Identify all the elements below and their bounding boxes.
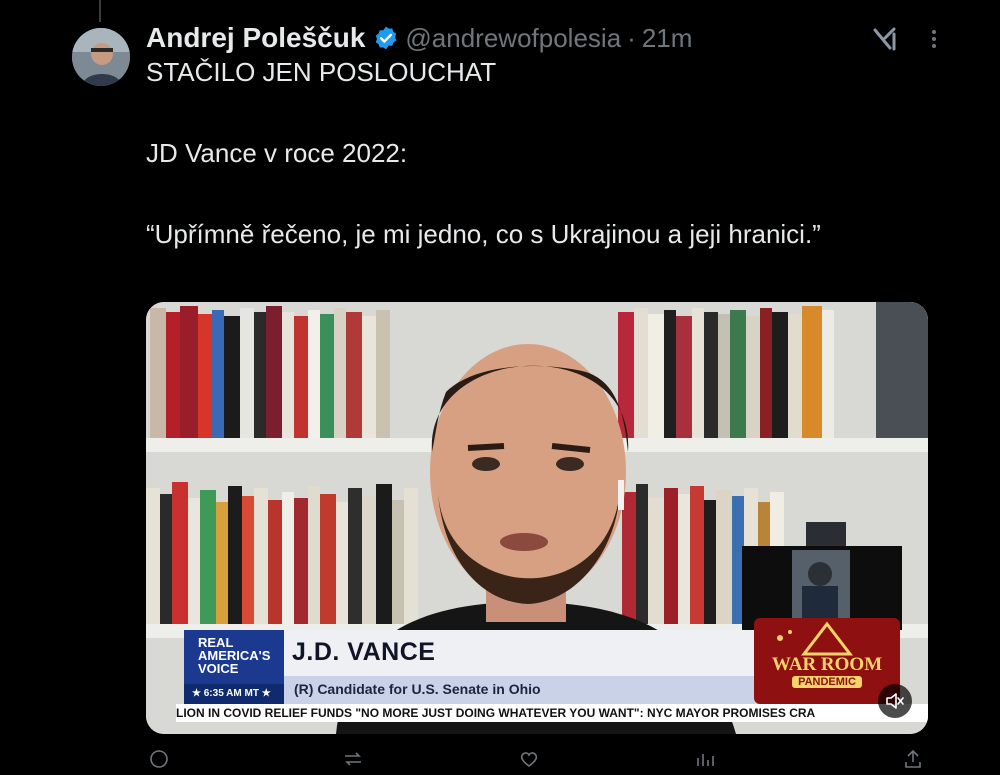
- tweet-action-row: [146, 740, 928, 768]
- person-subtitle: (R) Candidate for U.S. Senate in Ohio: [294, 681, 541, 697]
- network-time: ★ 6:35 AM MT ★: [184, 684, 284, 704]
- news-ticker: LION IN COVID RELIEF FUNDS "NO MORE JUST…: [176, 704, 928, 722]
- author-handle[interactable]: @andrewofpolesia: [405, 23, 621, 54]
- thread-connector-line: [99, 0, 101, 22]
- show-logo: WAR ROOM: [771, 654, 883, 675]
- tweet-header: Andrej Poleščuk @andrewofpolesia · 21m: [146, 20, 692, 56]
- avatar[interactable]: [72, 28, 130, 86]
- like-icon[interactable]: [518, 748, 540, 770]
- person-name: J.D. VANCE: [292, 638, 436, 666]
- more-dots-icon[interactable]: [924, 24, 944, 54]
- verified-badge-icon: [373, 25, 399, 51]
- video-player[interactable]: REAL AMERICA'S VOICE ★ 6:35 AM MT ★ J.D.…: [146, 302, 928, 734]
- reply-icon[interactable]: [148, 748, 170, 770]
- ticker-text: LION IN COVID RELIEF FUNDS "NO MORE JUST…: [176, 706, 816, 720]
- tweet-text-line-3: “Upřímně řečeno, je mi jedno, co s Ukraj…: [146, 219, 821, 249]
- tweet-timestamp[interactable]: 21m: [642, 23, 693, 54]
- views-icon[interactable]: [694, 748, 716, 770]
- repost-icon[interactable]: [342, 748, 364, 770]
- tweet-text: STAČILO JEN POSLOUCHAT JD Vance v roce 2…: [146, 56, 886, 251]
- lower-third-graphics: REAL AMERICA'S VOICE ★ 6:35 AM MT ★ J.D.…: [146, 302, 928, 734]
- avatar-image: [72, 28, 130, 86]
- volume-muted-icon[interactable]: [878, 684, 912, 718]
- show-sublogo: PANDEMIC: [792, 676, 862, 688]
- separator-dot: ·: [627, 22, 636, 53]
- share-icon[interactable]: [902, 748, 924, 770]
- tweet-text-line-1: STAČILO JEN POSLOUCHAT: [146, 57, 497, 87]
- author-name[interactable]: Andrej Poleščuk: [146, 22, 365, 54]
- tweet-text-line-2: JD Vance v roce 2022:: [146, 138, 408, 168]
- grok-icon[interactable]: [872, 26, 898, 52]
